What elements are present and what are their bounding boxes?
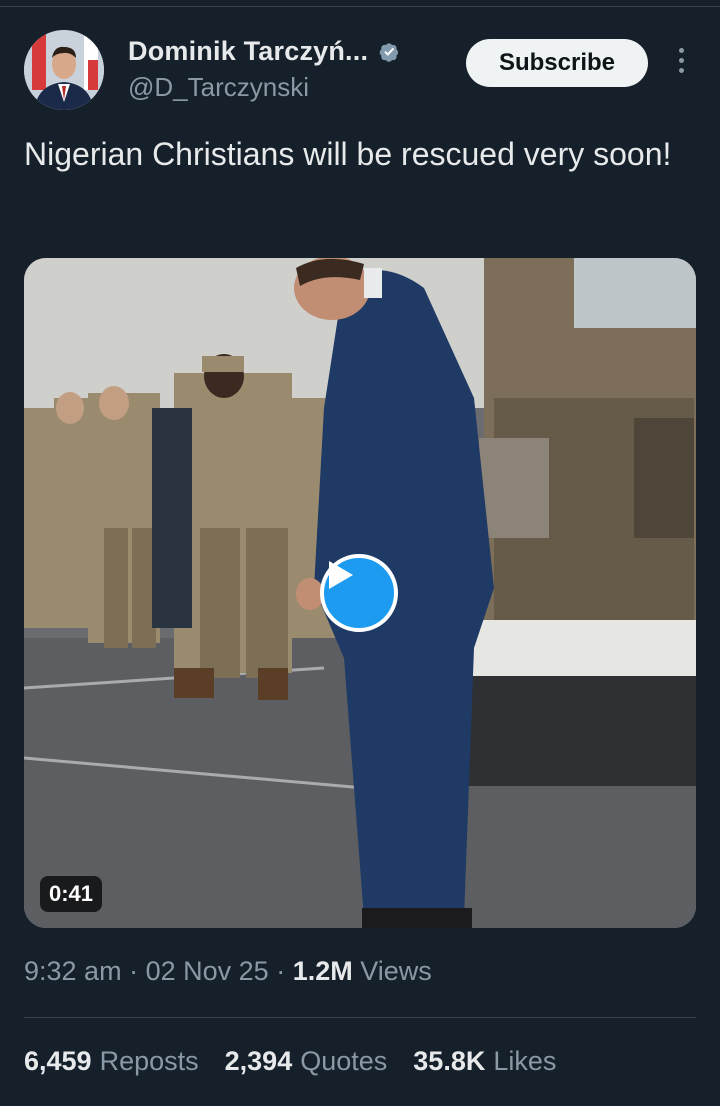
likes-count: 35.8K — [413, 1046, 486, 1076]
tweet-time[interactable]: 9:32 am — [24, 956, 122, 986]
likes-stat[interactable]: 35.8K Likes — [413, 1046, 556, 1077]
meta-separator: · — [129, 956, 146, 986]
author-handle[interactable]: @D_Tarczynski — [128, 72, 309, 103]
play-button[interactable] — [320, 554, 398, 632]
likes-label: Likes — [493, 1046, 557, 1076]
video-duration-badge: 0:41 — [40, 876, 103, 912]
reposts-stat[interactable]: 6,459 Reposts — [24, 1046, 199, 1077]
video-player[interactable]: 0:41 — [24, 258, 696, 928]
tweet-header: Dominik Tarczyń... @D_Tarczynski Subscri… — [24, 30, 696, 112]
play-icon — [329, 561, 353, 589]
views-count: 1.2M — [292, 956, 353, 986]
tweet-date[interactable]: 02 Nov 25 — [146, 956, 269, 986]
engagement-stats: 6,459 Reposts 2,394 Quotes 35.8K Likes — [24, 1046, 556, 1077]
tweet-meta: 9:32 am · 02 Nov 25 · 1.2M Views — [24, 956, 432, 987]
quotes-label: Quotes — [300, 1046, 388, 1076]
reposts-label: Reposts — [99, 1046, 199, 1076]
avatar-image — [24, 30, 104, 110]
views-label: Views — [360, 956, 432, 986]
top-divider — [0, 6, 720, 7]
author-name[interactable]: Dominik Tarczyń... — [128, 36, 368, 67]
tweet-text: Nigerian Christians will be rescued very… — [24, 136, 672, 172]
reposts-count: 6,459 — [24, 1046, 92, 1076]
stats-divider — [24, 1017, 696, 1018]
subscribe-button[interactable]: Subscribe — [466, 39, 648, 87]
quotes-count: 2,394 — [224, 1046, 293, 1076]
quotes-stat[interactable]: 2,394 Quotes — [225, 1046, 388, 1077]
more-options-icon[interactable] — [672, 48, 690, 78]
author-avatar[interactable] — [24, 30, 104, 110]
meta-separator: · — [276, 956, 293, 986]
verified-badge-icon — [379, 42, 399, 62]
author-name-row: Dominik Tarczyń... — [128, 36, 402, 67]
